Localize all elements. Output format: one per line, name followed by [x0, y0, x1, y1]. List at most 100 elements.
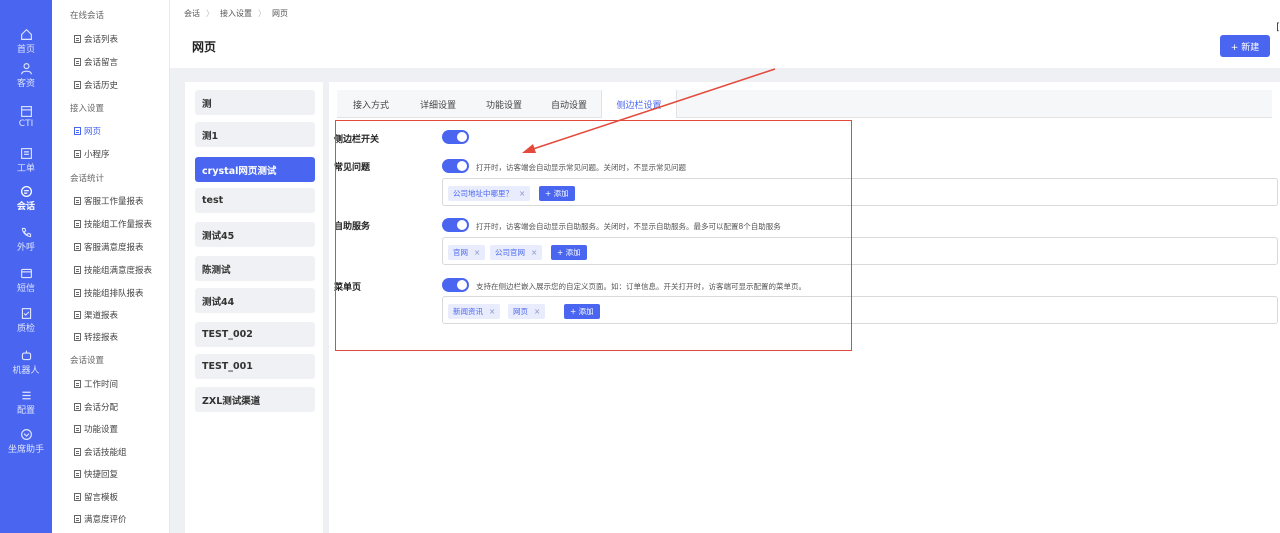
cti-icon: [20, 106, 32, 117]
document-icon: [74, 127, 81, 135]
nav-item[interactable]: 工作时间: [74, 378, 118, 390]
nav-item[interactable]: 会话技能组: [74, 446, 127, 458]
nav-item-label: 技能组满意度报表: [84, 266, 153, 276]
nav-item[interactable]: 客服工作量报表: [74, 195, 144, 207]
sms-icon: [20, 268, 32, 279]
rail-label: 客资: [16, 79, 35, 89]
channel-item[interactable]: test: [195, 188, 315, 213]
new-button[interactable]: + 新建: [1220, 35, 1270, 57]
rail-item-assistant[interactable]: 坐席助手: [0, 428, 52, 455]
home-icon: [20, 28, 32, 40]
rail-item-robot[interactable]: 机器人: [0, 349, 52, 376]
document-icon: [74, 266, 81, 274]
tab-feature-settings[interactable]: 功能设置: [471, 90, 537, 118]
nav-item-label: 客服满意度报表: [84, 243, 144, 253]
nav-item-label: 会话技能组: [84, 448, 127, 458]
nav-item[interactable]: 快捷回复: [74, 468, 118, 480]
qc-icon: [21, 308, 31, 319]
nav-group-label: 会话设置: [70, 356, 105, 366]
nav-item-label: 客服工作量报表: [84, 197, 144, 207]
nav-item[interactable]: 会话分配: [74, 401, 118, 413]
nav-item[interactable]: 客服满意度报表: [74, 241, 144, 253]
breadcrumb-item[interactable]: 会话: [184, 8, 200, 19]
document-icon: [74, 289, 81, 297]
rail-label: CTI: [18, 119, 34, 129]
rail-item-sms[interactable]: 短信: [0, 267, 52, 294]
tab-detail-settings[interactable]: 详细设置: [405, 90, 471, 118]
rail-label: 坐席助手: [7, 445, 44, 455]
nav-item[interactable]: 网页: [74, 125, 101, 137]
document-icon: [74, 380, 81, 388]
document-icon: [74, 448, 81, 456]
rail-item-cti[interactable]: CTI: [0, 105, 52, 129]
rail-label: 首页: [16, 45, 35, 55]
channel-item[interactable]: 测1: [195, 122, 315, 147]
nav-item[interactable]: 转接报表: [74, 331, 118, 343]
nav-item[interactable]: 满意度评价: [74, 513, 127, 525]
channel-item[interactable]: 测试45: [195, 222, 315, 247]
channel-item[interactable]: 陈测试: [195, 256, 315, 281]
document-icon: [74, 81, 81, 89]
phone-icon: [21, 227, 31, 238]
channel-item[interactable]: ZXL测试渠道: [195, 387, 315, 412]
rail-item-chat[interactable]: 会话: [0, 180, 52, 220]
nav-item-label: 技能组排队报表: [84, 289, 144, 299]
nav-item-label: 功能设置: [84, 425, 119, 435]
tab-sidebar-settings[interactable]: 侧边栏设置: [601, 90, 677, 118]
nav-item[interactable]: 会话留言: [74, 56, 118, 68]
rail-label: 质检: [16, 324, 35, 334]
nav-item[interactable]: 功能设置: [74, 423, 118, 435]
nav-item[interactable]: 小程序: [74, 148, 110, 160]
nav-group-label: 会话统计: [70, 174, 105, 184]
nav-group-label: 接入设置: [70, 104, 105, 114]
document-icon: [74, 333, 81, 341]
nav-item[interactable]: 技能组满意度报表: [74, 264, 152, 276]
assistant-icon: [20, 429, 32, 440]
rail-item-ticket[interactable]: 工单: [0, 147, 52, 174]
settings-icon: [21, 391, 31, 400]
nav-item[interactable]: 会话历史: [74, 79, 118, 91]
ticket-icon: [20, 148, 32, 159]
rail-label: 会话: [16, 202, 35, 212]
rail-item-customer[interactable]: 客资: [0, 62, 52, 89]
tab-auto-settings[interactable]: 自动设置: [537, 90, 601, 118]
breadcrumb: 会话 〉 接入设置 〉 网页: [184, 8, 288, 19]
chat-icon: [20, 185, 32, 198]
nav-item-label: 满意度评价: [84, 515, 127, 525]
channel-item[interactable]: 测: [195, 90, 315, 115]
rail-item-settings[interactable]: 配置: [0, 389, 52, 416]
app-rail: 首页 客资 CTI 工单 会话 外呼 短信 质检 机器人 配置 坐席助手: [0, 0, 52, 533]
document-icon: [74, 220, 81, 228]
document-icon: [74, 197, 81, 205]
rail-item-home[interactable]: 首页: [0, 28, 52, 55]
nav-item[interactable]: 会话列表: [74, 33, 118, 45]
rail-item-call[interactable]: 外呼: [0, 226, 52, 253]
nav-item-label: 会话历史: [84, 81, 119, 91]
channel-item[interactable]: 测试44: [195, 288, 315, 313]
channel-item[interactable]: crystal网页测试: [195, 157, 315, 182]
nav-item[interactable]: 渠道报表: [74, 309, 118, 321]
robot-icon: [21, 350, 31, 361]
channel-item[interactable]: TEST_002: [195, 322, 315, 347]
breadcrumb-item: 网页: [272, 9, 288, 18]
rail-label: 机器人: [12, 366, 40, 376]
nav-item[interactable]: 留言模板: [74, 491, 118, 503]
nav-item-label: 转接报表: [84, 333, 119, 343]
document-icon: [74, 243, 81, 251]
nav-item-label: 会话分配: [84, 403, 119, 413]
nav-item[interactable]: 技能组工作量报表: [74, 218, 152, 230]
document-icon: [74, 515, 81, 523]
channel-item[interactable]: TEST_001: [195, 354, 315, 379]
rail-item-qc[interactable]: 质检: [0, 307, 52, 334]
breadcrumb-separator: 〉: [258, 9, 266, 18]
document-icon: [74, 493, 81, 501]
document-icon: [74, 35, 81, 43]
nav-item-label: 技能组工作量报表: [84, 220, 153, 230]
customer-icon: [20, 63, 32, 75]
nav-item-label: 会话列表: [84, 35, 119, 45]
rail-label: 工单: [16, 164, 35, 174]
tab-access-method[interactable]: 接入方式: [337, 90, 405, 118]
breadcrumb-item[interactable]: 接入设置: [220, 8, 252, 19]
nav-item[interactable]: 技能组排队报表: [74, 287, 144, 299]
document-icon: [74, 425, 81, 433]
